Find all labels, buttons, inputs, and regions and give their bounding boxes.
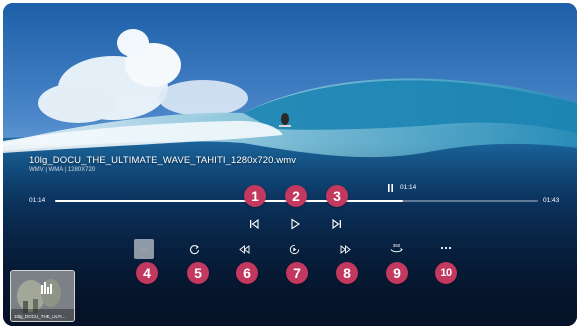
playlist-button[interactable] (134, 239, 154, 259)
more-options-button[interactable] (439, 243, 453, 253)
rewind-icon (238, 244, 249, 254)
pause-icon (388, 184, 393, 192)
callout-1: 1 (244, 185, 266, 207)
callout-2: 2 (285, 185, 307, 207)
more-options-icon (440, 246, 452, 250)
callout-8: 8 (336, 262, 358, 284)
seek-preview: 01:14 (384, 183, 429, 193)
repeat-icon (189, 244, 199, 254)
next-button[interactable] (330, 217, 344, 231)
repeat-button[interactable] (188, 243, 200, 255)
current-time: 01:14 (29, 197, 46, 204)
playlist-icon (140, 246, 148, 252)
tv-screen: 10lg_DOCU_THE_ULTIMATE_WAVE_TAHITI_1280x… (3, 3, 577, 326)
rotate-360-icon: 360 (390, 243, 403, 253)
rotate-360-button[interactable]: 360 (388, 241, 404, 255)
preview-time: 01:14 (400, 184, 417, 191)
svg-text:360: 360 (392, 243, 400, 248)
progress-played (55, 200, 403, 202)
play-button[interactable] (288, 217, 302, 231)
video-format-info: WMV | WMA | 1280X720 (29, 167, 96, 173)
callout-9: 9 (386, 262, 408, 284)
fast-forward-button[interactable] (339, 243, 351, 255)
video-title: 10lg_DOCU_THE_ULTIMATE_WAVE_TAHITI_1280x… (29, 155, 297, 166)
skip-next-icon (332, 218, 341, 230)
playback-speed-icon (289, 244, 299, 254)
skip-previous-icon (250, 218, 259, 230)
play-icon (291, 218, 301, 230)
rewind-button[interactable] (238, 243, 250, 255)
fast-forward-icon (340, 244, 351, 254)
callout-4: 4 (136, 262, 158, 284)
thumbnail-label: 10lg_DOCU_THE_ULTI... (14, 314, 66, 319)
callout-7: 7 (286, 262, 308, 284)
previous-button[interactable] (247, 217, 261, 231)
callout-10: 10 (435, 262, 457, 284)
playlist-thumbnail[interactable]: 10lg_DOCU_THE_ULTI... (10, 270, 75, 322)
total-time: 01:43 (543, 197, 560, 204)
callout-5: 5 (187, 262, 209, 284)
callout-6: 6 (236, 262, 258, 284)
callout-3: 3 (326, 185, 348, 207)
speed-button[interactable] (288, 243, 300, 255)
